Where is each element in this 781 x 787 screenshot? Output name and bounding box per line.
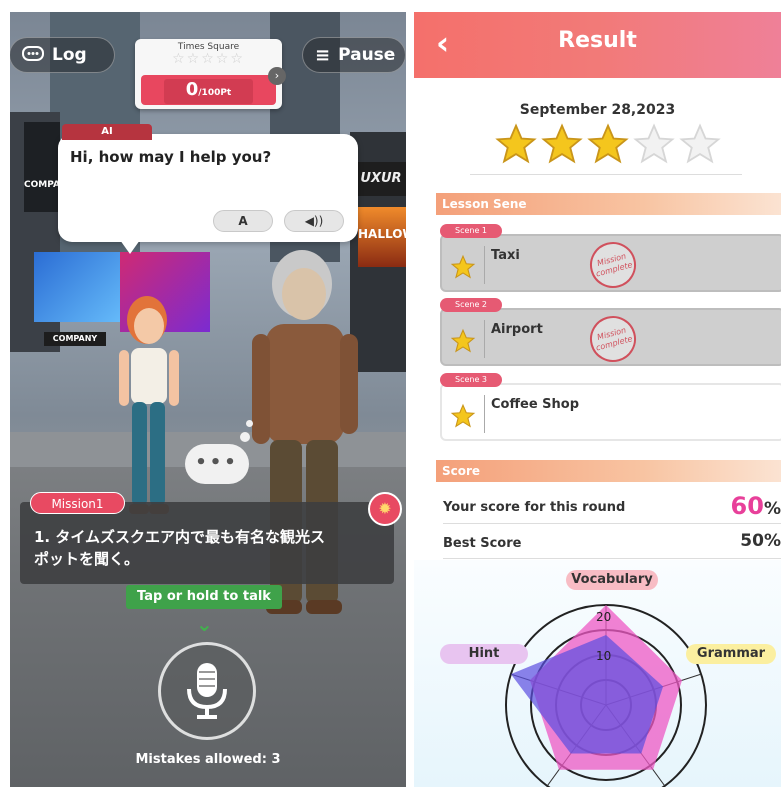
radar-chart: 20 10 Vocabulary Grammar Hint <box>414 560 781 787</box>
billboard: HALLOWE <box>358 207 406 267</box>
lightbulb-icon[interactable]: ✹ <box>368 492 402 526</box>
result-screen: Result ‹ September 28,2023 Lesson Sene S… <box>414 12 781 787</box>
score-section-header: Score <box>436 460 781 482</box>
chevron-right-icon[interactable]: › <box>268 67 286 85</box>
page-title: Result <box>558 28 637 53</box>
star-icon <box>450 328 476 353</box>
star-filled-icon <box>541 123 583 164</box>
mistakes-allowed: Mistakes allowed: 3 <box>135 752 281 767</box>
axis-label-hint: Hint <box>440 644 528 664</box>
ai-tag: AI <box>62 124 152 140</box>
audio-button[interactable]: ◀)) <box>284 210 344 232</box>
stamp-text: Mission complete <box>594 251 634 279</box>
divider <box>470 174 742 175</box>
thinking-bubble: ••• <box>185 444 249 484</box>
chat-icon <box>22 46 44 61</box>
billboard: COMPANY <box>44 332 106 346</box>
location-stars: ☆☆☆☆☆ <box>172 51 245 67</box>
axis-label-grammar: Grammar <box>686 644 776 664</box>
mission-complete-stamp: Mission complete <box>584 310 642 368</box>
best-score-row: Best Score 50% <box>443 528 781 556</box>
translate-button[interactable]: A <box>213 210 273 232</box>
scene-tag: Scene 2 <box>440 298 502 312</box>
round-score-row: Your score for this round 60% <box>443 492 781 520</box>
billboard: COMPANY <box>24 122 74 212</box>
round-score-label: Your score for this round <box>443 500 626 515</box>
scene-name: Taxi <box>491 248 520 263</box>
result-date: September 28,2023 <box>519 102 676 118</box>
back-chevron-icon[interactable]: ‹ <box>436 24 449 62</box>
star-icon <box>450 254 476 279</box>
star-icon <box>450 403 476 428</box>
speaker-icon: ◀)) <box>304 214 324 228</box>
talk-hint: Tap or hold to talk <box>126 585 282 609</box>
scene-name: Airport <box>491 322 543 337</box>
mission-complete-stamp: Mission complete <box>584 236 642 294</box>
result-stars <box>494 122 724 174</box>
star-empty-icon <box>633 123 675 164</box>
radar-ring-label: 10 <box>596 649 611 663</box>
points-display: 0/100Pt <box>141 75 276 105</box>
billboard-text: UXUR <box>360 171 402 186</box>
scene-tag: Scene 1 <box>440 224 502 238</box>
best-score-label: Best Score <box>443 536 522 551</box>
separator <box>484 320 485 358</box>
scene-card-2[interactable]: Scene 2 Airport Mission complete <box>440 298 781 368</box>
billboard-text: HALLOWE <box>358 227 406 241</box>
best-score-value: 50% <box>740 531 781 551</box>
scene-card-3[interactable]: Scene 3 Coffee Shop <box>440 373 781 441</box>
mission-text-line1: 1. タイムズスクエア内で最も有名な観光ス <box>34 528 326 546</box>
lesson-section-header: Lesson Sene <box>436 193 781 215</box>
separator <box>484 246 485 284</box>
star-empty-icon <box>679 123 721 164</box>
star-filled-icon <box>495 123 537 164</box>
ai-message: Hi, how may I help you? <box>70 148 272 166</box>
star-filled-icon <box>587 123 629 164</box>
thinking-dot <box>246 420 253 427</box>
bubble-tail <box>120 240 140 254</box>
divider <box>443 558 781 559</box>
microphone-icon <box>187 663 227 719</box>
billboard: UXUR <box>356 162 406 196</box>
round-score-number: 60 <box>730 492 764 520</box>
axis-label-vocabulary: Vocabulary <box>566 570 658 590</box>
thinking-dot <box>240 432 250 442</box>
pause-button[interactable]: ≡ Pause <box>302 37 406 73</box>
radar-svg: 2010 <box>505 604 707 787</box>
woman-character <box>119 296 179 514</box>
pause-label: Pause <box>338 45 396 65</box>
translate-icon: A <box>238 214 248 228</box>
log-label: Log <box>52 45 87 65</box>
scene-name: Coffee Shop <box>491 397 580 412</box>
points-inner: 0/100Pt <box>163 79 254 104</box>
menu-icon: ≡ <box>315 44 331 66</box>
scene-card-1[interactable]: Scene 1 Taxi Mission complete <box>440 224 781 294</box>
ai-speech-bubble: Hi, how may I help you? A ◀)) <box>58 134 358 242</box>
app-root: COMPANY HALLOWE UXUR COMPANY <box>0 0 781 787</box>
round-score-unit: % <box>763 499 781 519</box>
mission-text-line2: ポットを聞く。 <box>34 550 140 568</box>
chevron-down-icon: ⌄ <box>196 612 213 636</box>
separator <box>484 395 485 433</box>
microphone-button[interactable] <box>158 642 256 740</box>
mission-badge: Mission1 <box>30 492 125 514</box>
divider <box>443 523 781 524</box>
round-score-value: 60% <box>731 492 781 520</box>
radar-ring-label: 20 <box>596 610 611 624</box>
stamp-text: Mission complete <box>594 325 634 353</box>
scene-tag: Scene 3 <box>440 373 502 387</box>
points-unit: /100Pt <box>198 88 232 98</box>
billboard-text: COMPANY <box>52 334 98 343</box>
game-screen: COMPANY HALLOWE UXUR COMPANY <box>10 12 406 787</box>
score-card: Times Square ☆☆☆☆☆ 0/100Pt <box>135 39 282 109</box>
points-value: 0 <box>185 79 199 100</box>
log-button[interactable]: Log <box>10 37 115 73</box>
result-header: Result ‹ <box>414 12 781 78</box>
